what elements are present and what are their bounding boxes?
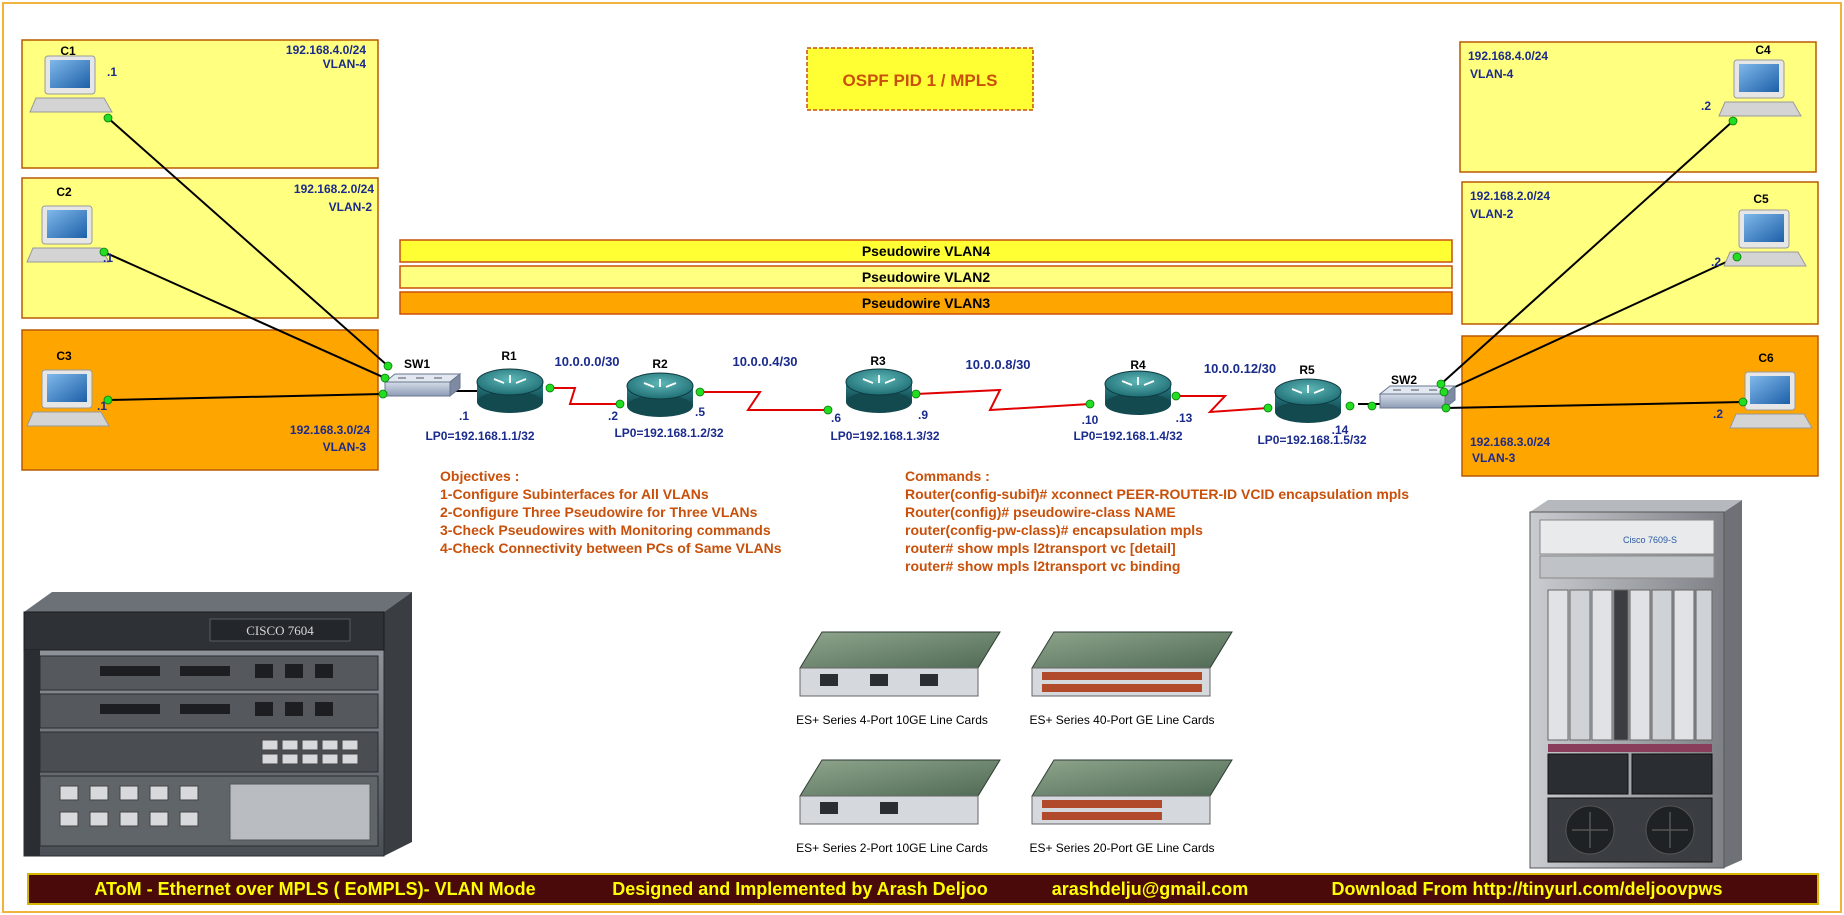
objective-item: 4-Check Connectivity between PCs of Same… bbox=[440, 540, 782, 556]
line-card-40port-ge: ES+ Series 40-Port GE Line Cards bbox=[1029, 631, 1233, 727]
zone-subnet-label: 192.168.3.0/24 bbox=[1470, 435, 1550, 449]
host-name: C3 bbox=[56, 349, 72, 363]
router-loopback: LP0=192.168.1.5/32 bbox=[1257, 433, 1366, 447]
router-label: R5 bbox=[1299, 363, 1315, 377]
interface-ip: .10 bbox=[1082, 413, 1099, 427]
objective-item: 3-Check Pseudowires with Monitoring comm… bbox=[440, 522, 771, 538]
line-card-label: ES+ Series 4-Port 10GE Line Cards bbox=[796, 713, 988, 727]
line-card-label: ES+ Series 2-Port 10GE Line Cards bbox=[796, 841, 988, 855]
chassis-brand: Cisco 7609-S bbox=[1623, 535, 1677, 545]
zone-vlan-label: VLAN-3 bbox=[323, 440, 367, 454]
interface-ip: .6 bbox=[831, 411, 841, 425]
footer-bar: AToM - Ethernet over MPLS ( EoMPLS)- VLA… bbox=[27, 873, 1819, 905]
command-item: router# show mpls l2transport vc binding bbox=[905, 558, 1180, 574]
link-subnet-label: 10.0.0.12/30 bbox=[1204, 361, 1276, 376]
ospf-box: OSPF PID 1 / MPLS bbox=[806, 47, 1034, 111]
interface-ip: .5 bbox=[695, 405, 705, 419]
router-loopback: LP0=192.168.1.1/32 bbox=[425, 429, 534, 443]
zone-vlan-label: VLAN-3 bbox=[1472, 451, 1516, 465]
host-name: C1 bbox=[60, 44, 76, 58]
chassis-brand: CISCO 7604 bbox=[246, 623, 314, 638]
pseudowire-vlan3: Pseudowire VLAN3 bbox=[399, 291, 1453, 315]
switch-label: SW2 bbox=[1391, 373, 1417, 387]
line-card-20port-ge: ES+ Series 20-Port GE Line Cards bbox=[1029, 759, 1233, 855]
objective-item: 1-Configure Subinterfaces for All VLANs bbox=[440, 486, 709, 502]
objectives-title: Objectives : bbox=[440, 468, 519, 484]
host-ip: .2 bbox=[1711, 255, 1721, 269]
router-label: R1 bbox=[501, 349, 517, 363]
zone-subnet-label: 192.168.2.0/24 bbox=[294, 182, 374, 196]
host-ip: .2 bbox=[1701, 99, 1711, 113]
zone-subnet-label: 192.168.4.0/24 bbox=[1468, 49, 1548, 63]
pseudowire-vlan2: Pseudowire VLAN2 bbox=[399, 265, 1453, 289]
line-card-4port-10ge: ES+ Series 4-Port 10GE Line Cards bbox=[796, 631, 1001, 727]
footer-designer: Designed and Implemented by Arash Deljoo bbox=[612, 879, 987, 899]
interface-ip: .2 bbox=[608, 409, 618, 423]
line-card-label: ES+ Series 40-Port GE Line Cards bbox=[1029, 713, 1214, 727]
router-label: R3 bbox=[870, 354, 886, 368]
host-name: C2 bbox=[56, 185, 72, 199]
objective-item: 2-Configure Three Pseudowire for Three V… bbox=[440, 504, 758, 520]
host-name: C5 bbox=[1753, 192, 1769, 206]
command-item: Router(config)# pseudowire-class NAME bbox=[905, 504, 1176, 520]
host-name: C4 bbox=[1755, 43, 1771, 57]
line-card-2port-10ge: ES+ Series 2-Port 10GE Line Cards bbox=[796, 759, 1001, 855]
zone-vlan-label: VLAN-2 bbox=[1470, 207, 1514, 221]
footer-email: arashdelju@gmail.com bbox=[1052, 879, 1249, 899]
ospf-label: OSPF PID 1 / MPLS bbox=[843, 71, 998, 90]
host-ip: .1 bbox=[107, 65, 117, 79]
interface-ip: .1 bbox=[459, 409, 469, 423]
host-ip: .2 bbox=[1713, 407, 1723, 421]
link-subnet-label: 10.0.0.0/30 bbox=[554, 354, 619, 369]
link-subnet-label: 10.0.0.8/30 bbox=[965, 357, 1030, 372]
command-item: Router(config-subif)# xconnect PEER-ROUT… bbox=[905, 486, 1409, 502]
pseudowire-vlan4: Pseudowire VLAN4 bbox=[399, 239, 1453, 263]
zone-vlan-label: VLAN-2 bbox=[329, 200, 373, 214]
zone-subnet-label: 192.168.2.0/24 bbox=[1470, 189, 1550, 203]
pseudowire-label: Pseudowire VLAN2 bbox=[862, 269, 991, 285]
router-label: R2 bbox=[652, 357, 668, 371]
footer-download: Download From http://tinyurl.com/deljoov… bbox=[1332, 879, 1723, 899]
command-item: router# show mpls l2transport vc [detail… bbox=[905, 540, 1176, 556]
interface-ip: .14 bbox=[1332, 423, 1349, 437]
interface-ip: .13 bbox=[1176, 411, 1193, 425]
chassis-cisco-7609s: Cisco 7609-S bbox=[1529, 500, 1742, 869]
router-loopback: LP0=192.168.1.4/32 bbox=[1073, 429, 1182, 443]
interface-ip: .9 bbox=[918, 408, 928, 422]
switch-label: SW1 bbox=[404, 357, 430, 371]
host-name: C6 bbox=[1758, 351, 1774, 365]
router-loopback: LP0=192.168.1.2/32 bbox=[614, 426, 723, 440]
zone-subnet-label: 192.168.4.0/24 bbox=[286, 43, 366, 57]
pseudowire-label: Pseudowire VLAN4 bbox=[862, 243, 991, 259]
diagram-canvas: 192.168.4.0/24 VLAN-4 192.168.2.0/24 VLA… bbox=[2, 2, 1842, 913]
router-label: R4 bbox=[1130, 358, 1146, 372]
zone-subnet-label: 192.168.3.0/24 bbox=[290, 423, 370, 437]
topology-diagram: 192.168.4.0/24 VLAN-4 192.168.2.0/24 VLA… bbox=[0, 0, 1844, 915]
chassis-cisco-7604: CISCO 7604 bbox=[23, 592, 412, 857]
pseudowire-label: Pseudowire VLAN3 bbox=[862, 295, 991, 311]
zone-vlan-label: VLAN-4 bbox=[1470, 67, 1514, 81]
commands-title: Commands : bbox=[905, 468, 990, 484]
link-subnet-label: 10.0.0.4/30 bbox=[732, 354, 797, 369]
zone-vlan-label: VLAN-4 bbox=[323, 57, 367, 71]
router-loopback: LP0=192.168.1.3/32 bbox=[830, 429, 939, 443]
command-item: router(config-pw-class)# encapsulation m… bbox=[905, 522, 1203, 538]
line-card-label: ES+ Series 20-Port GE Line Cards bbox=[1029, 841, 1214, 855]
footer-title: AToM - Ethernet over MPLS ( EoMPLS)- VLA… bbox=[94, 879, 535, 899]
